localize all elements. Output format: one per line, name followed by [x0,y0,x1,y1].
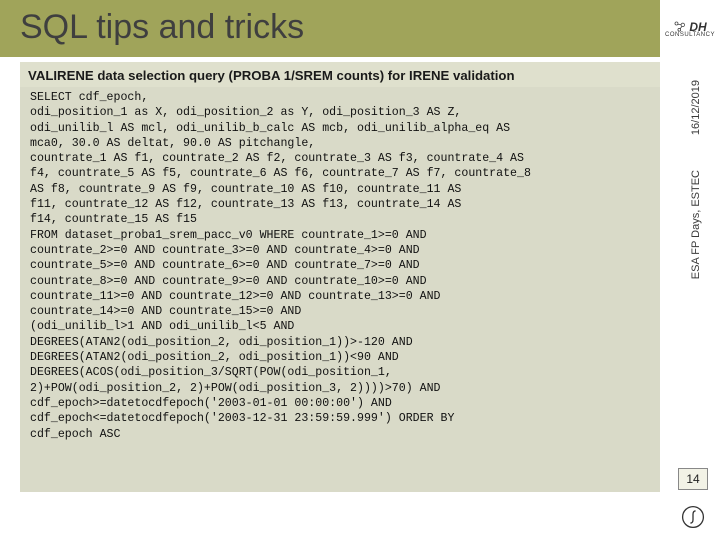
sidebar-date: 16/12/2019 [690,80,702,135]
brand-logo: DH CONSULTANCY [660,0,720,57]
sql-code-block: SELECT cdf_epoch, odi_position_1 as X, o… [20,62,660,492]
subtitle-box: VALIRENE data selection query (PROBA 1/S… [20,62,660,87]
page-title: SQL tips and tricks [20,8,304,47]
logo-subtext: CONSULTANCY [665,32,715,38]
page-number: 14 [678,468,708,490]
sidebar-event: ESA FP Days, ESTEC [690,170,702,279]
integral-circle-icon [680,504,706,530]
query-subtitle: VALIRENE data selection query (PROBA 1/S… [28,68,652,83]
